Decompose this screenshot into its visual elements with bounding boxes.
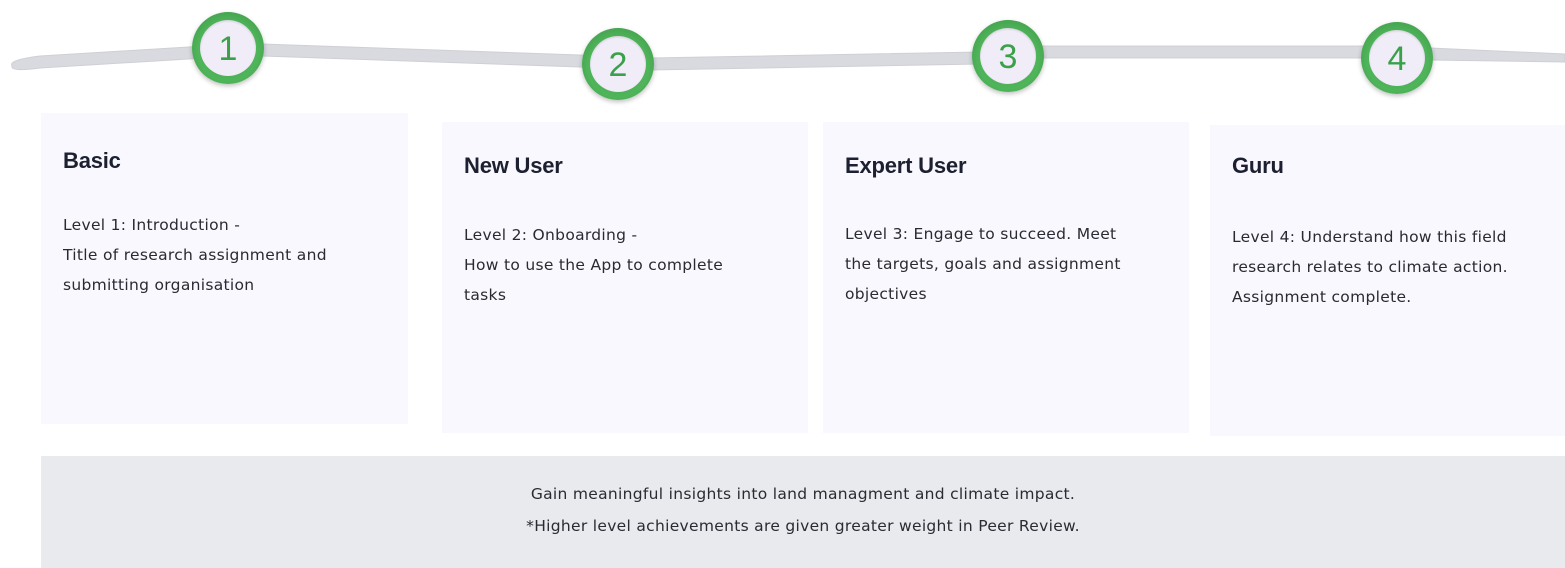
card-description: Level 1: Introduction - Title of researc… — [63, 210, 327, 300]
level-card-expert-user: Expert User Level 3: Engage to succeed. … — [823, 122, 1189, 433]
step-marker-3: 3 — [972, 20, 1044, 92]
card-title: New User — [464, 153, 563, 178]
card-line: Level 2: Onboarding - — [464, 226, 638, 244]
step-marker-2: 2 — [582, 28, 654, 100]
card-line: How to use the App to complete — [464, 256, 724, 274]
card-description: Level 4: Understand how this field resea… — [1232, 222, 1508, 312]
card-line: the targets, goals and assignment — [845, 255, 1121, 273]
step-number: 3 — [998, 38, 1018, 76]
card-line: Level 4: Understand how this field — [1232, 228, 1507, 246]
step-marker-1: 1 — [192, 12, 264, 84]
level-card-new-user: New User Level 2: Onboarding - How to us… — [442, 122, 808, 433]
card-description: Level 3: Engage to succeed. Meet the tar… — [845, 219, 1121, 309]
card-line: tasks — [464, 286, 507, 304]
card-line: research relates to climate action. — [1232, 258, 1508, 276]
step-number: 2 — [608, 46, 628, 84]
card-line: Title of research assignment and — [63, 246, 327, 264]
card-line: submitting organisation — [63, 276, 255, 294]
card-line: Level 1: Introduction - — [63, 216, 241, 234]
level-card-basic: Basic Level 1: Introduction - Title of r… — [41, 113, 408, 424]
footer-note: Gain meaningful insights into land manag… — [41, 456, 1565, 568]
card-title: Guru — [1232, 153, 1284, 178]
step-number: 4 — [1387, 40, 1407, 78]
card-description: Level 2: Onboarding - How to use the App… — [464, 220, 723, 310]
card-line: Level 3: Engage to succeed. Meet — [845, 225, 1117, 243]
step-number: 1 — [218, 30, 238, 68]
card-line: objectives — [845, 285, 927, 303]
card-line: Assignment complete. — [1232, 288, 1412, 306]
card-title: Expert User — [845, 153, 967, 178]
footer-line-peer-review: *Higher level achievements are given gre… — [526, 517, 1080, 535]
level-card-guru: Guru Level 4: Understand how this field … — [1210, 125, 1565, 436]
step-marker-4: 4 — [1361, 22, 1433, 94]
footer-line-insights: Gain meaningful insights into land manag… — [530, 485, 1076, 503]
card-title: Basic — [63, 148, 121, 173]
